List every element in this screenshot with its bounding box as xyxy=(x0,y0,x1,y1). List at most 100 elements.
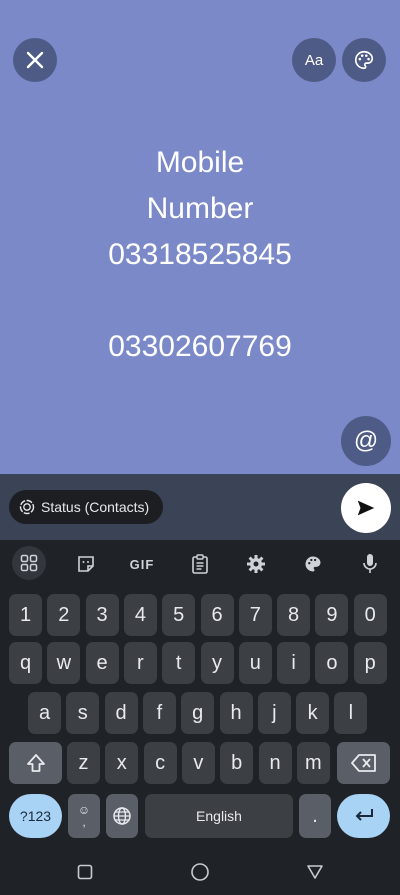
globe-icon xyxy=(113,807,131,825)
apps-grid-button[interactable] xyxy=(12,546,46,580)
letter-key[interactable]: f xyxy=(142,692,176,734)
language-key[interactable] xyxy=(106,794,138,838)
letter-key[interactable]: x xyxy=(105,742,139,784)
letter-key[interactable]: c xyxy=(143,742,177,784)
letter-key-label: l xyxy=(348,701,354,724)
letter-key-label: y xyxy=(212,651,222,674)
symbols-key[interactable]: ?123 xyxy=(9,794,62,838)
number-key[interactable]: 2 xyxy=(47,594,81,636)
number-key[interactable]: 7 xyxy=(238,594,272,636)
symbols-label: ?123 xyxy=(19,808,52,824)
privacy-chip[interactable]: Status (Contacts) xyxy=(9,490,164,524)
gif-button[interactable]: GIF xyxy=(126,548,158,580)
letter-key[interactable]: w xyxy=(47,642,81,684)
letter-key[interactable]: o xyxy=(315,642,349,684)
period-key[interactable]: . xyxy=(299,794,331,838)
at-sign-icon: @ xyxy=(353,427,379,454)
shift-key[interactable] xyxy=(9,742,62,784)
number-key[interactable]: 1 xyxy=(9,594,42,636)
number-key[interactable]: 5 xyxy=(162,594,196,636)
send-button[interactable] xyxy=(341,483,391,533)
letter-key-label: s xyxy=(77,701,88,724)
letter-key[interactable]: d xyxy=(104,692,138,734)
settings-icon xyxy=(247,555,265,573)
clipboard-button[interactable] xyxy=(184,548,216,580)
letter-key[interactable]: l xyxy=(334,692,368,734)
letter-key[interactable]: b xyxy=(220,742,254,784)
letter-key[interactable]: g xyxy=(181,692,215,734)
letter-key[interactable]: u xyxy=(238,642,272,684)
letter-key[interactable]: r xyxy=(123,642,157,684)
letter-key[interactable]: q xyxy=(9,642,42,684)
color-palette-button[interactable] xyxy=(342,38,386,82)
letter-key[interactable]: k xyxy=(296,692,330,734)
close-icon xyxy=(26,51,44,69)
back-button[interactable] xyxy=(305,862,325,882)
sticker-button[interactable] xyxy=(70,548,102,580)
enter-key[interactable] xyxy=(337,794,390,838)
apps-grid-icon xyxy=(20,554,38,572)
number-key-label: 6 xyxy=(211,603,223,626)
palette-icon xyxy=(305,556,321,572)
number-key[interactable]: 9 xyxy=(315,594,349,636)
letter-key-label: q xyxy=(19,651,32,674)
space-key[interactable]: English xyxy=(145,794,293,838)
sticker-icon xyxy=(78,556,94,572)
letter-key[interactable]: m xyxy=(296,742,330,784)
letter-key[interactable]: t xyxy=(162,642,196,684)
letter-key-label: z xyxy=(78,751,89,774)
mic-icon xyxy=(363,554,377,573)
gif-label: GIF xyxy=(129,556,155,572)
letter-key-label: p xyxy=(364,651,376,674)
status-text[interactable]: Mobile Number 03318525845 03302607769 xyxy=(0,140,400,370)
number-key-label: 8 xyxy=(288,603,300,626)
mention-button[interactable]: @ xyxy=(341,416,391,466)
letter-key[interactable]: e xyxy=(85,642,119,684)
number-key-label: 2 xyxy=(58,603,70,626)
letter-key-label: k xyxy=(307,701,318,724)
send-icon xyxy=(357,500,375,516)
emoji-comma-key[interactable]: ☺ , xyxy=(68,794,100,838)
letter-key[interactable]: p xyxy=(353,642,387,684)
home-button[interactable] xyxy=(190,862,210,882)
letter-key-label: g xyxy=(192,701,204,724)
close-button[interactable] xyxy=(13,38,57,82)
number-key[interactable]: 3 xyxy=(85,594,119,636)
comma-label: , xyxy=(82,815,86,829)
number-key[interactable]: 8 xyxy=(277,594,311,636)
voice-input-button[interactable] xyxy=(354,548,386,580)
number-key[interactable]: 0 xyxy=(353,594,387,636)
back-icon xyxy=(307,865,323,879)
letter-key[interactable]: z xyxy=(67,742,100,784)
recents-button[interactable] xyxy=(75,862,95,882)
letter-key-label: e xyxy=(96,651,108,674)
space-label: English xyxy=(196,808,242,824)
letter-key-label: d xyxy=(115,701,127,724)
letter-key[interactable]: s xyxy=(66,692,100,734)
letter-key-label: t xyxy=(175,651,182,674)
letter-key-label: v xyxy=(193,751,204,774)
backspace-key[interactable] xyxy=(337,742,390,784)
status-ring-icon xyxy=(19,499,35,515)
number-key-label: 0 xyxy=(364,603,376,626)
letter-key[interactable]: n xyxy=(258,742,292,784)
shift-icon xyxy=(26,754,45,772)
settings-button[interactable] xyxy=(240,548,272,580)
font-style-button[interactable]: Aa xyxy=(292,38,336,82)
letter-key[interactable]: h xyxy=(219,692,253,734)
letter-key[interactable]: j xyxy=(257,692,291,734)
letter-key[interactable]: i xyxy=(277,642,311,684)
period-label: . xyxy=(312,804,318,827)
letter-key-label: f xyxy=(156,701,163,724)
letter-key[interactable]: v xyxy=(181,742,215,784)
theme-button[interactable] xyxy=(297,548,329,580)
letter-key[interactable]: a xyxy=(28,692,61,734)
number-key[interactable]: 6 xyxy=(200,594,234,636)
number-key-label: 7 xyxy=(249,603,261,626)
number-key-label: 4 xyxy=(134,603,146,626)
number-key[interactable]: 4 xyxy=(123,594,157,636)
letter-key-label: a xyxy=(38,701,51,724)
letter-key-label: j xyxy=(272,701,277,724)
letter-key[interactable]: y xyxy=(200,642,234,684)
enter-icon xyxy=(355,809,373,821)
